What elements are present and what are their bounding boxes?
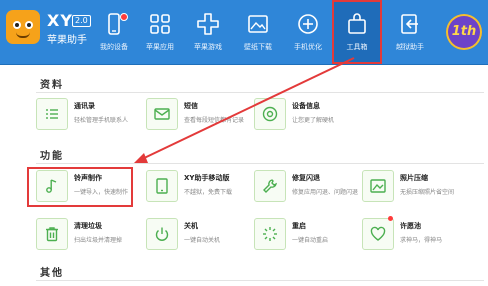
- nav-toolbox[interactable]: 工具箱: [332, 0, 382, 64]
- tablet-icon: [146, 170, 178, 202]
- notification-dot: [388, 216, 393, 221]
- power-icon: [146, 218, 178, 250]
- card-sms[interactable]: 短信 查看每段短信都有记录: [146, 98, 254, 132]
- heart-icon: [362, 218, 394, 250]
- card-description: 修复应用闪退、问题闪退: [292, 189, 359, 196]
- card-title: 短信: [184, 102, 198, 110]
- card-title: 清理垃圾: [74, 222, 102, 230]
- card-title: 修复闪退: [292, 174, 320, 182]
- card-restart[interactable]: 重启 一键自动重启: [254, 218, 362, 252]
- section-title-resources: 资料: [40, 80, 64, 91]
- nav-apple-apps[interactable]: 苹果应用: [134, 0, 186, 64]
- card-description: 轻松管理手机联系人: [74, 117, 129, 124]
- card-title: XY助手移动版: [184, 174, 230, 182]
- card-title: 通讯录: [74, 102, 95, 110]
- nav-label: 苹果游戏: [194, 43, 222, 51]
- card-description: 查看每段短信都有记录: [184, 117, 245, 124]
- picture-icon: [248, 15, 268, 33]
- plus-circle-icon: [298, 14, 318, 34]
- nav-label: 我的设备: [100, 43, 128, 51]
- grid-icon: [150, 14, 170, 34]
- nav-phone-optimize[interactable]: 手机优化: [282, 0, 334, 64]
- card-power-off[interactable]: 关机 一键自动关机: [146, 218, 254, 252]
- restart-icon: [254, 218, 286, 250]
- card-title: 设备信息: [292, 102, 320, 110]
- card-title: 照片压缩: [400, 174, 428, 182]
- card-xy-mobile[interactable]: XY助手移动版 不越狱，免费下载: [146, 170, 254, 204]
- card-wishing-well[interactable]: 许愿池 求神马，得神马: [362, 216, 470, 252]
- card-photo-compress[interactable]: 照片压缩 无损压缩照片省空间: [362, 170, 470, 204]
- escape-icon: [401, 14, 418, 34]
- section-title-others: 其他: [40, 268, 64, 279]
- nav-label: 手机优化: [294, 43, 322, 51]
- photo-compress-icon: [362, 170, 394, 202]
- card-description: 求神马，得神马: [400, 237, 443, 244]
- app-logo-icon: [6, 10, 40, 44]
- card-device-info[interactable]: 设备信息 让您更了解硬机: [254, 98, 362, 132]
- wrench-icon: [254, 170, 286, 202]
- trash-icon: [36, 218, 68, 250]
- section-divider: [36, 280, 484, 281]
- brand-subtitle: 苹果助手: [47, 35, 87, 46]
- nav-my-device[interactable]: 我的设备: [88, 0, 140, 64]
- section-title-functions: 功能: [40, 151, 64, 162]
- card-title: 重启: [292, 222, 306, 230]
- card-clean-junk[interactable]: 清理垃圾 扫出垃圾并清理掉: [36, 218, 144, 252]
- card-description: 无损压缩照片省空间: [400, 189, 455, 196]
- nav-wallpaper-download[interactable]: 壁纸下载: [232, 0, 284, 64]
- card-description: 不越狱，免费下载: [184, 189, 233, 196]
- nav-label: 壁纸下载: [244, 43, 272, 51]
- card-description: 让您更了解硬机: [292, 117, 335, 124]
- sms-icon: [146, 98, 178, 130]
- card-contacts[interactable]: 通讯录 轻松管理手机联系人: [36, 98, 144, 132]
- device-info-icon: [254, 98, 286, 130]
- anniversary-badge[interactable]: 1th: [446, 14, 482, 50]
- nav-label: 工具箱: [346, 43, 368, 51]
- card-description: 扫出垃圾并清理掉: [74, 237, 123, 244]
- brand-name: XY: [47, 11, 73, 30]
- notification-dot: [120, 13, 128, 21]
- gamepad-icon: [197, 13, 219, 35]
- toolbox-icon: [348, 13, 366, 34]
- card-description: 一键自动重启: [292, 237, 329, 244]
- card-title: 许愿池: [400, 222, 421, 230]
- nav-label: 越狱助手: [396, 43, 424, 51]
- nav-jailbreak-assistant[interactable]: 越狱助手: [384, 0, 436, 64]
- nav-apple-games[interactable]: 苹果游戏: [182, 0, 234, 64]
- top-toolbar: XY 2.0 苹果助手 我的设备 苹果应用 苹果游戏 壁纸下载 手机优化 工具箱…: [0, 0, 488, 65]
- card-description: 一键导入，快速制作: [74, 189, 129, 196]
- card-description: 一键自动关机: [184, 237, 221, 244]
- nav-label: 苹果应用: [146, 43, 174, 51]
- card-ringtone-maker[interactable]: 铃声制作 一键导入，快速制作: [36, 170, 144, 204]
- card-title: 铃声制作: [74, 174, 102, 182]
- section-divider: [36, 92, 484, 93]
- contacts-icon: [36, 98, 68, 130]
- card-fix-crash[interactable]: 修复闪退 修复应用闪退、问题闪退: [254, 170, 362, 204]
- card-title: 关机: [184, 222, 198, 230]
- section-divider: [36, 163, 484, 164]
- music-note-icon: [36, 170, 68, 202]
